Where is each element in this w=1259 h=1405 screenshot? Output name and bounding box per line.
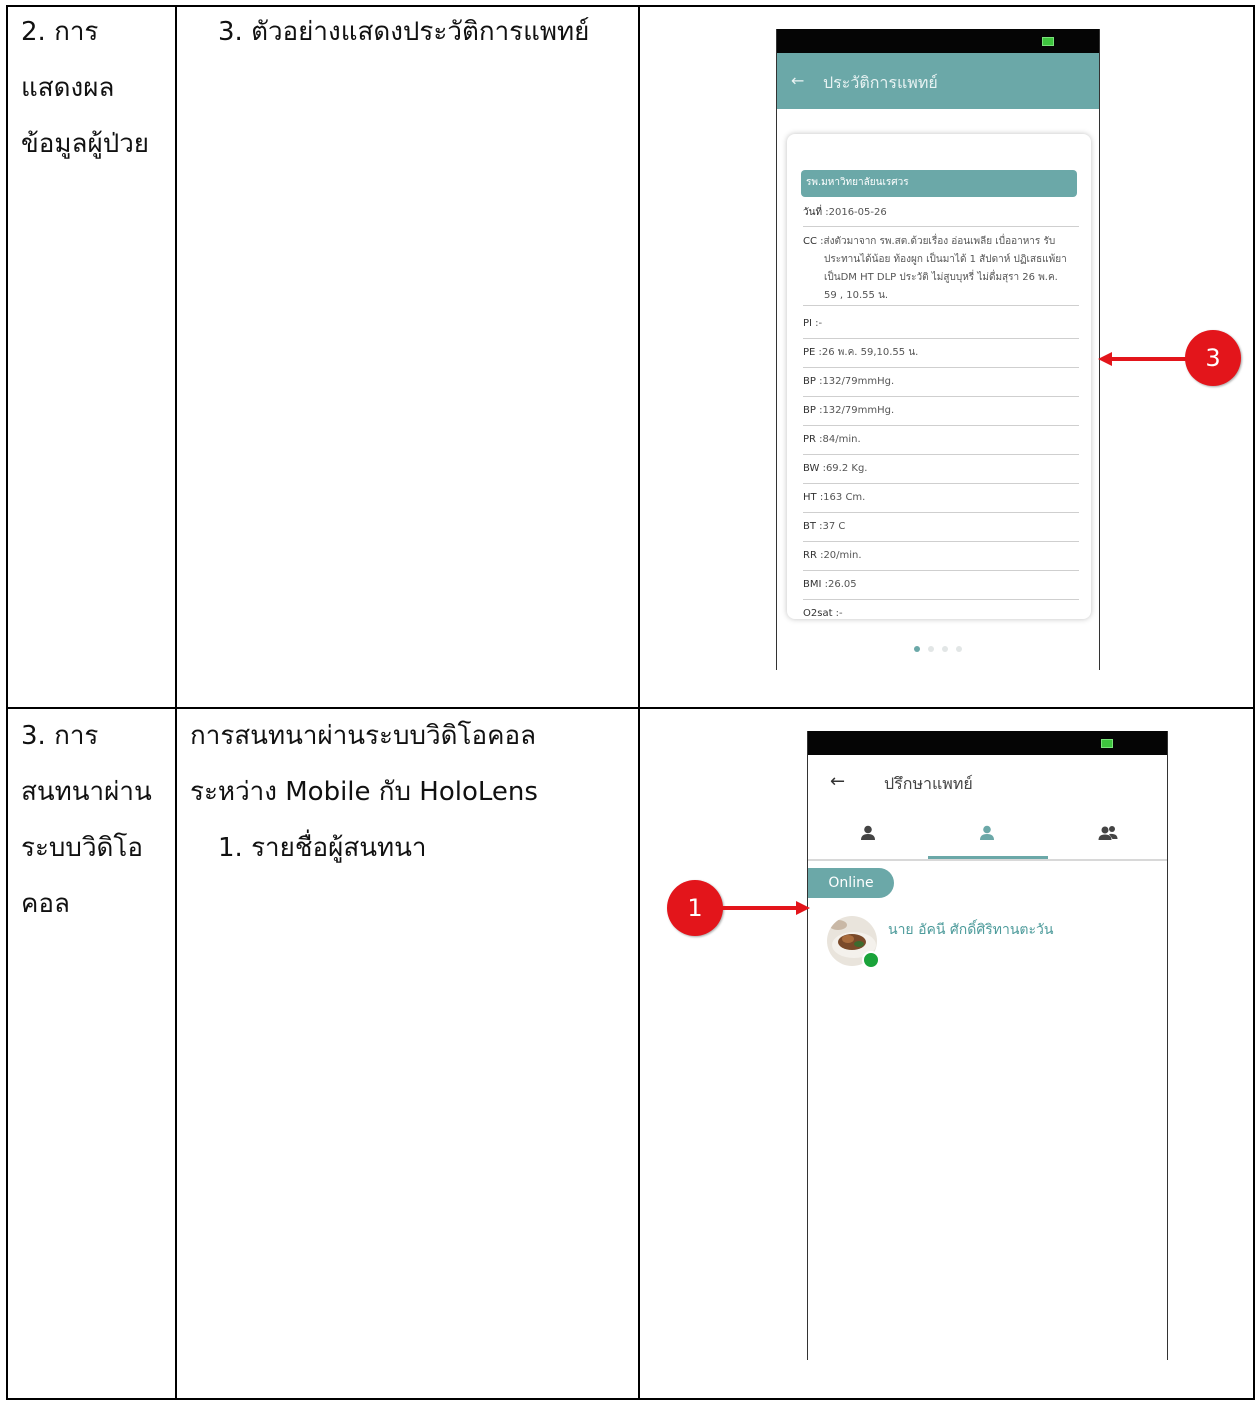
- vital-record-key: O2sat: [803, 608, 836, 619]
- chief-complaint: CC :ส่งตัวมาจาก รพ.สต.ด้วยเรื่อง อ่อนเพล…: [803, 230, 1079, 306]
- row1-description-line: 3. ตัวอย่างแสดงประวัติการแพทย์: [218, 17, 590, 47]
- vital-record-value: :20/min.: [820, 550, 862, 561]
- row2-topic: 3. การ สนทนาผ่าน ระบบวิดิโอ คอล: [21, 708, 152, 932]
- contact-list-item[interactable]: นาย อัคนี ศักดิ์ศิริทานตะวัน: [826, 915, 1156, 971]
- vital-record-row: BP :132/79mmHg.: [803, 397, 1079, 426]
- vital-record-row: RR :20/min.: [803, 542, 1079, 571]
- vital-record-value: :26 พ.ค. 59,10.55 น.: [818, 347, 919, 358]
- app-bar-title: ประวัติการแพทย์: [823, 73, 938, 92]
- row1-description: 3. ตัวอย่างแสดงประวัติการแพทย์: [218, 4, 589, 60]
- page-indicator: [914, 646, 964, 654]
- row2-topic-line: สนทนาผ่าน: [21, 777, 152, 807]
- vital-record-value: :37 C: [819, 521, 846, 532]
- table-border-left: [6, 5, 8, 1400]
- vital-record-key: PR: [803, 434, 820, 445]
- phone-screenshot-consult: ← ปรึกษาแพทย์ Online นาย อัคนี ศักดิ์ศิร…: [807, 731, 1168, 1360]
- hospital-name: รพ.มหาวิทยาลัยนเรศวร: [801, 170, 1077, 197]
- status-bar: [777, 29, 1099, 53]
- online-section-label: Online: [808, 868, 894, 898]
- vital-record-key: BW: [803, 463, 823, 474]
- page-dot[interactable]: [914, 646, 920, 652]
- group-icon[interactable]: [1098, 825, 1118, 841]
- column-divider-1: [175, 5, 177, 1400]
- annotation-arrow: [722, 901, 810, 915]
- vital-record-row: O2sat :-: [803, 600, 1079, 619]
- vital-record-key: BP: [803, 405, 820, 416]
- annotation-marker: 3: [1185, 330, 1241, 386]
- vital-record-value: :132/79mmHg.: [819, 405, 895, 416]
- vital-record-row: PR :84/min.: [803, 426, 1079, 455]
- vital-record-key: BP: [803, 376, 820, 387]
- vital-record-value: :84/min.: [819, 434, 861, 445]
- row2-topic-line: 3. การ: [21, 721, 99, 751]
- vital-record-key: BMI: [803, 579, 825, 590]
- person-icon[interactable]: [979, 825, 995, 841]
- vital-record-value: :132/79mmHg.: [819, 376, 895, 387]
- active-tab-indicator: [928, 856, 1048, 859]
- annotation-marker: 1: [667, 880, 723, 936]
- vital-record-key: PI: [803, 318, 816, 329]
- contact-name: นาย อัคนี ศักดิ์ศิริทานตะวัน: [888, 922, 1054, 938]
- battery-icon: [1101, 739, 1113, 748]
- tab-bar: [808, 813, 1167, 861]
- back-arrow-icon[interactable]: ←: [830, 771, 845, 792]
- online-status-dot: [862, 951, 880, 969]
- back-arrow-icon[interactable]: ←: [791, 71, 804, 90]
- row1-topic: 2. การ แสดงผล ข้อมูลผู้ป่วย: [21, 4, 149, 172]
- table-border-right: [1253, 5, 1255, 1400]
- vital-record-row: PE :26 พ.ค. 59,10.55 น.: [803, 339, 1079, 368]
- vital-record-row: HT :163 Cm.: [803, 484, 1079, 513]
- page-dot[interactable]: [956, 646, 962, 652]
- row2-description-line: 1. รายชื่อผู้สนทนา: [218, 833, 427, 863]
- status-bar: [808, 731, 1167, 755]
- row2-description-line: การสนทนาผ่านระบบวิดิโอคอล: [190, 721, 537, 751]
- vital-record-value: :-: [815, 318, 823, 329]
- vital-record-key: PE: [803, 347, 819, 358]
- row2-topic-line: คอล: [21, 889, 70, 919]
- history-card: รพ.มหาวิทยาลัยนเรศวร วันที่ :2016-05-26 …: [787, 134, 1091, 619]
- column-divider-2: [638, 5, 640, 1400]
- visit-date: วันที่ :2016-05-26: [803, 202, 1079, 227]
- vital-record-value: :-: [835, 608, 843, 619]
- person-icon[interactable]: [860, 825, 876, 841]
- battery-icon: [1042, 37, 1054, 46]
- page-dot[interactable]: [942, 646, 948, 652]
- vital-record-value: :69.2 Kg.: [822, 463, 868, 474]
- app-bar-title: ปรึกษาแพทย์: [884, 774, 973, 793]
- vital-record-key: RR: [803, 550, 821, 561]
- annotation-arrow: [1098, 352, 1190, 366]
- vital-record-row: BW :69.2 Kg.: [803, 455, 1079, 484]
- table-border-top: [6, 5, 1255, 7]
- row2-description: การสนทนาผ่านระบบวิดิโอคอล ระหว่าง Mobile…: [190, 708, 538, 876]
- row1-topic-line: ข้อมูลผู้ป่วย: [21, 129, 150, 159]
- vital-record-value: :26.05: [824, 579, 857, 590]
- phone-screenshot-medical-history: ← ประวัติการแพทย์ รพ.มหาวิทยาลัยนเรศวร ว…: [776, 29, 1100, 670]
- vital-record-row: BMI :26.05: [803, 571, 1079, 600]
- row1-topic-line: แสดงผล: [21, 73, 115, 103]
- vital-record-row: PI :-: [803, 310, 1079, 339]
- row1-topic-line: 2. การ: [21, 17, 99, 47]
- vital-record-value: :163 Cm.: [819, 492, 866, 503]
- vital-record-row: BT :37 C: [803, 513, 1079, 542]
- table-border-bottom: [6, 1398, 1255, 1400]
- vital-record-key: BT: [803, 521, 820, 532]
- row2-topic-line: ระบบวิดิโอ: [21, 833, 144, 863]
- vital-record-key: HT: [803, 492, 820, 503]
- page-dot[interactable]: [928, 646, 934, 652]
- row2-description-line: ระหว่าง Mobile กับ HoloLens: [190, 777, 538, 807]
- vital-record-row: BP :132/79mmHg.: [803, 368, 1079, 397]
- app-bar: ← ประวัติการแพทย์: [777, 53, 1099, 109]
